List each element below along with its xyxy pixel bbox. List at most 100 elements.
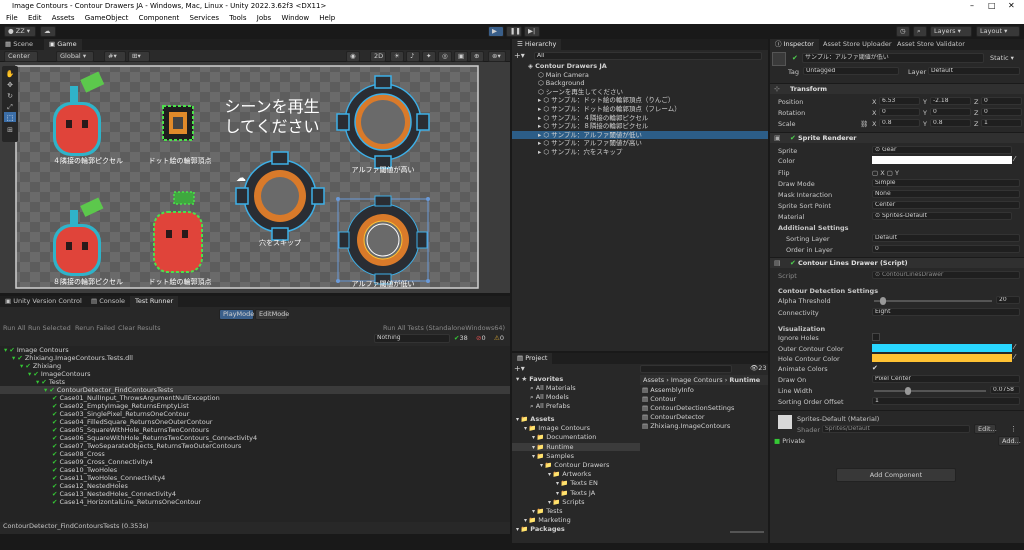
active-checkbox[interactable]: ✔ (792, 54, 798, 62)
test-tree-item[interactable]: ✔ Case01_NullInput_ThrowsArgumentNullExc… (0, 394, 510, 402)
failed-count[interactable]: ⊘0 (476, 334, 486, 342)
mask-interaction-dropdown[interactable]: None (872, 190, 1020, 198)
menu-gameobject[interactable]: GameObject (85, 14, 129, 22)
menu-window[interactable]: Window (281, 14, 309, 22)
connectivity-dropdown[interactable]: Eight (872, 308, 1020, 316)
2d-toggle[interactable]: 2D (370, 51, 386, 62)
shader-dropdown[interactable]: Sprites/Default (822, 425, 970, 433)
tool-palette[interactable]: ✋ ✥ ↻ ⤢ ⬚ ⊞ (2, 66, 18, 142)
project-file[interactable]: ▤ Zhixiang.ImageContours (642, 422, 730, 430)
draw-mode-dropdown[interactable]: Simple (872, 179, 1020, 187)
test-tree-item[interactable]: ▾ ✔ Image Contours (0, 346, 510, 354)
project-folder[interactable]: ▾ 📁 Image Contours (512, 424, 640, 432)
grid-icon[interactable]: #▾ (104, 51, 126, 62)
line-width-knob[interactable] (904, 387, 911, 395)
project-folder[interactable]: ▾ 📁 Documentation (512, 433, 640, 441)
play-button[interactable]: ▶ (488, 26, 504, 37)
hierarchy-item[interactable]: ▸ ⬡ サンプル：ドット絵の輪郭頂点（りんご） (512, 96, 768, 104)
test-tree-item[interactable]: ✔ Case05_SquareWithHole_ReturnsTwoContou… (0, 426, 510, 434)
clear-results-button[interactable]: Clear Results (118, 324, 161, 332)
tab-scene[interactable]: ▦ Scene (0, 39, 38, 50)
hole-eyedropper-icon[interactable]: ⁄ (1014, 353, 1015, 361)
project-file[interactable]: ▤ ContourDetectionSettings (642, 404, 734, 412)
tab-asset-store-validator[interactable]: Asset Store Validator (892, 39, 970, 50)
hierarchy-item[interactable]: ⬡ Main Camera (512, 71, 768, 79)
hierarchy-item[interactable]: ▸ ⬡ サンプル：４隣接の輪郭ピクセル (512, 114, 768, 122)
hierarchy-item[interactable]: ⬡ シーンを再生してください (512, 88, 768, 96)
globe-icon[interactable]: ⊛▾ (488, 51, 506, 62)
edit-shader-button[interactable]: Edit... (974, 424, 997, 434)
effects-icon[interactable]: ✦ (422, 51, 436, 62)
eyedropper-icon[interactable]: ⁄ (1014, 155, 1015, 163)
menu-tools[interactable]: Tools (229, 14, 246, 22)
project-folder[interactable]: ▾ 📁 Contour Drawers (512, 461, 640, 469)
transform-header[interactable]: Transform (770, 83, 1024, 94)
test-tree-item[interactable]: ✔ Case14_HorizontalLine_ReturnsOneContou… (0, 498, 510, 506)
skipped-count[interactable]: ⚠0 (494, 334, 504, 342)
rotation-y-field[interactable]: 0 (930, 108, 971, 116)
test-tree-item[interactable]: ▾ ✔ Zhixiang (0, 362, 510, 370)
scale-y-field[interactable]: 0.8 (930, 119, 971, 127)
project-folder[interactable]: ▾ 📁 Marketing (512, 516, 640, 524)
run-all-button[interactable]: Run All (3, 324, 26, 332)
sort-point-dropdown[interactable]: Center (872, 201, 1020, 209)
scene-view[interactable]: ✋ ✥ ↻ ⤢ ⬚ ⊞ ４隣接の輪郭ピクセル ドット絵の輪郭頂点 シーンを再生 … (0, 62, 510, 293)
outer-color-swatch[interactable] (872, 344, 1012, 352)
favorites-item[interactable]: ⌕ All Materials (512, 384, 576, 392)
object-name-field[interactable]: サンプル：アルファ閾値が低い (802, 53, 984, 63)
project-folder[interactable]: ▾ 📁 Scripts (512, 498, 640, 506)
menu-file[interactable]: File (6, 14, 18, 22)
sorting-order-offset-field[interactable]: 1 (872, 397, 1020, 405)
drawer-enabled[interactable]: ✔ (790, 259, 796, 267)
scale-x-field[interactable]: 0.8 (879, 119, 920, 127)
rotation-z-field[interactable]: 0 (981, 108, 1022, 116)
alpha-threshold-slider[interactable] (874, 300, 992, 302)
material-field[interactable]: ⊙ Sprites-Default (872, 212, 1012, 220)
scale-z-field[interactable]: 1 (981, 119, 1022, 127)
static-toggle[interactable]: Static ▾ (990, 54, 1014, 62)
history-icon[interactable]: ◷ (896, 26, 910, 37)
project-folder[interactable]: ▾ 📁 Packages (512, 525, 640, 533)
position-y-field[interactable]: -2.18 (930, 97, 971, 105)
flip-x[interactable]: ▢ X ▢ Y (872, 169, 899, 177)
visibility-icon[interactable]: ◎ (438, 51, 452, 62)
create-asset-icon[interactable]: +▾ (514, 364, 525, 373)
project-folder[interactable]: ▾ 📁 Assets (512, 415, 640, 423)
cloud-icon[interactable]: ☁ (40, 26, 56, 37)
test-tree-item[interactable]: ✔ Case12_NestedHoles (0, 482, 510, 490)
project-folder[interactable]: ▾ 📁 Runtime (512, 442, 640, 451)
run-selected-button[interactable]: Run Selected (28, 324, 71, 332)
menu-help[interactable]: Help (319, 14, 335, 22)
sprite-renderer-header[interactable]: Sprite Renderer (770, 132, 1024, 143)
scale-link-icon[interactable]: ⛓ (860, 120, 868, 128)
maximize-icon[interactable]: □ (988, 0, 996, 12)
test-tree-item[interactable]: ✔ Case08_Cross (0, 450, 510, 458)
project-folder[interactable]: ▾ 📁 Texts JA (512, 489, 640, 497)
test-tree-item[interactable]: ✔ Case07_TwoSeparateObjects_ReturnsTwoOu… (0, 442, 510, 450)
tab-inspector[interactable]: ⓘ Inspector (770, 39, 819, 50)
test-tree-item[interactable]: ▾ ✔ Zhixiang.ImageContours.Tests.dll (0, 354, 510, 362)
sprite-field[interactable]: ⊙ Gear (872, 146, 1012, 154)
tab-console[interactable]: ▤ Console (86, 296, 130, 307)
order-in-layer-field[interactable]: 0 (872, 245, 1020, 253)
filter-dropdown[interactable]: Nothing (374, 334, 450, 343)
layers-dropdown[interactable]: Layers ▾ (930, 26, 972, 37)
project-file[interactable]: ▤ AssemblyInfo (642, 386, 694, 394)
project-file[interactable]: ▤ Contour (642, 395, 676, 403)
menu-services[interactable]: Services (190, 14, 220, 22)
hierarchy-search[interactable]: All (534, 52, 762, 60)
test-tree-item[interactable]: ✔ Case11_TwoHoles_Connectivity4 (0, 474, 510, 482)
menu-component[interactable]: Component (139, 14, 180, 22)
ignore-holes-checkbox[interactable] (872, 333, 880, 341)
tab-game[interactable]: ▣ Game (44, 39, 82, 50)
project-folder[interactable]: ▾ 📁 Tests (512, 507, 640, 515)
tab-hierarchy[interactable]: ☰ Hierarchy (512, 39, 562, 50)
line-width-slider[interactable] (874, 390, 986, 392)
tab-version-control[interactable]: ▣ Unity Version Control (0, 296, 87, 307)
test-tree-item[interactable]: ✔ Case06_SquareWithHole_ReturnsTwoContou… (0, 434, 510, 442)
playmode-tab[interactable]: PlayMode (219, 309, 254, 320)
project-file[interactable]: ▤ ContourDetector (642, 413, 705, 421)
test-tree-item[interactable]: ✔ Case09_Cross_Connectivity4 (0, 458, 510, 466)
test-tree-item[interactable]: ▾ ✔ Tests (0, 378, 510, 386)
alpha-threshold-field[interactable]: 20 (996, 296, 1020, 304)
